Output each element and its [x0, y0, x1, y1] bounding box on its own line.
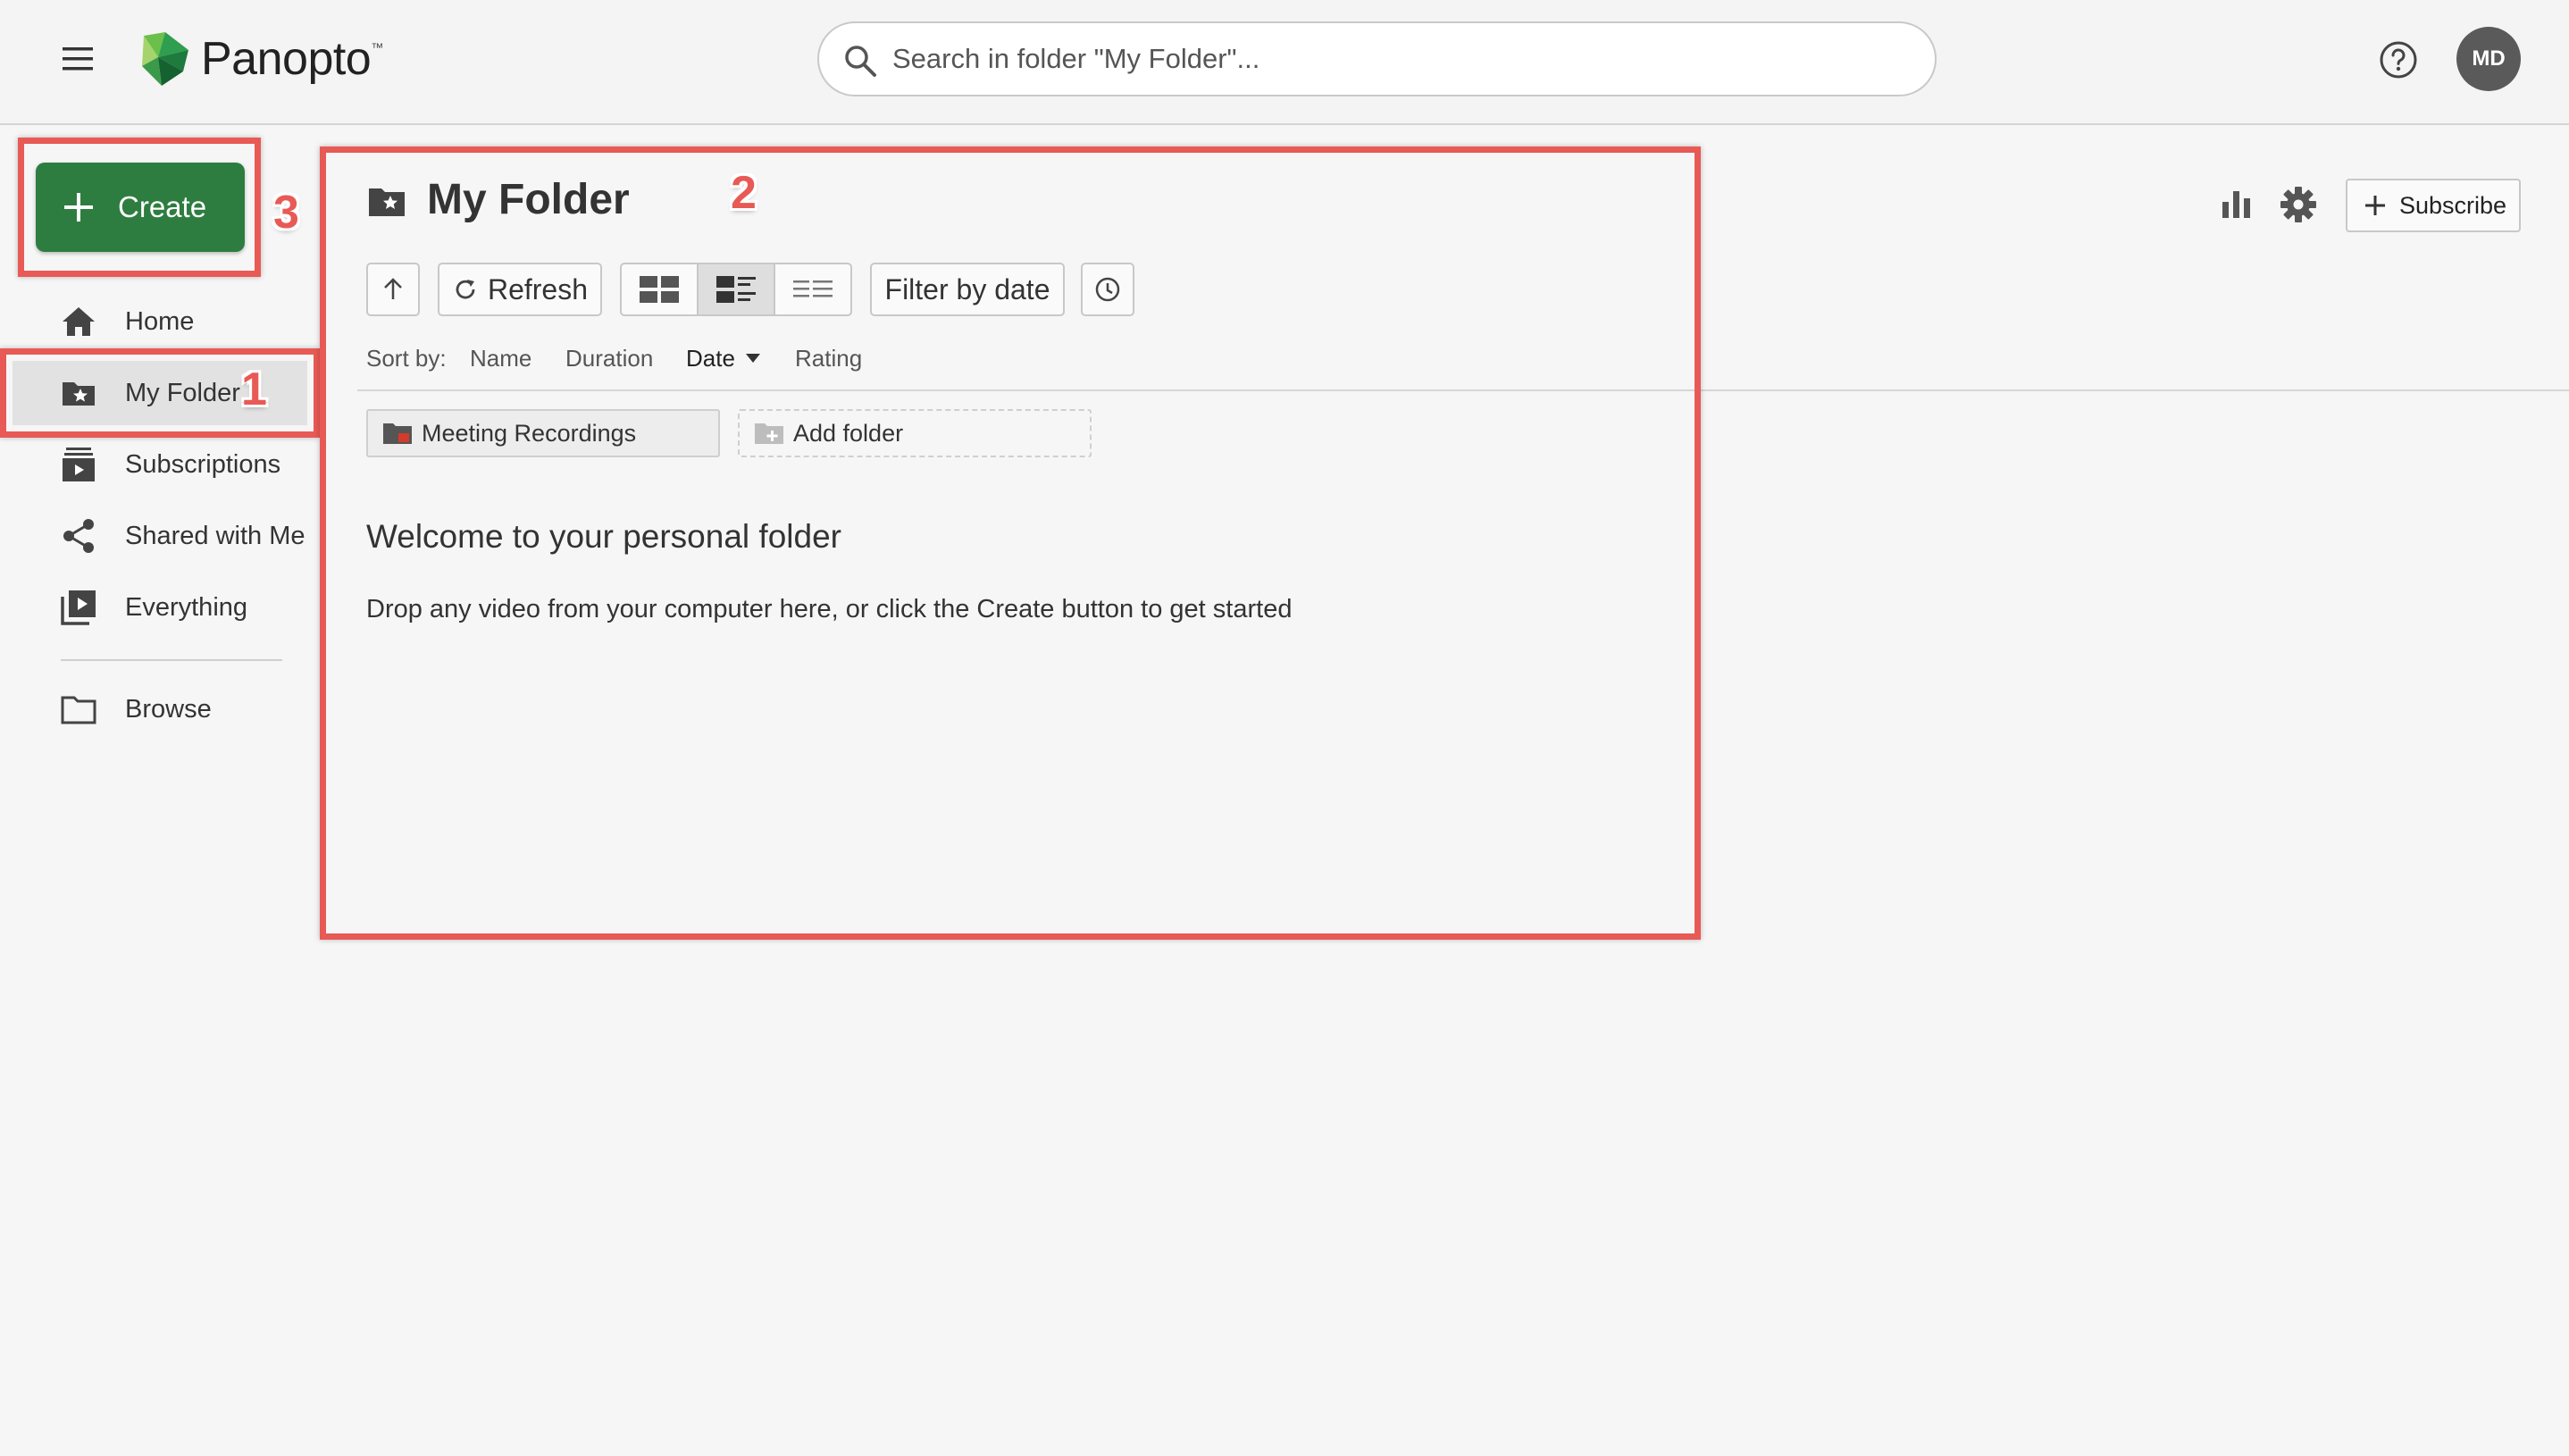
brand-name: Panopto	[201, 33, 372, 85]
annotation-box-create	[18, 138, 261, 277]
help-icon[interactable]	[2378, 39, 2419, 80]
subscribe-button[interactable]: Subscribe	[2346, 179, 2521, 232]
search-input[interactable]	[891, 32, 1909, 86]
subscriptions-icon	[63, 448, 95, 481]
sidebar-item-browse[interactable]: Browse	[13, 677, 307, 741]
brand-trademark: ™	[371, 40, 384, 54]
user-avatar[interactable]: MD	[2456, 27, 2521, 91]
annotation-number-1: 1	[241, 364, 267, 415]
sidebar-item-label: Subscriptions	[125, 449, 281, 479]
hamburger-menu-icon[interactable]	[55, 39, 100, 79]
top-header: Panopto ™ MD	[0, 0, 2569, 125]
sidebar-item-home[interactable]: Home	[13, 289, 307, 354]
sidebar-item-label: Everything	[125, 592, 248, 622]
panopto-logo-icon	[142, 32, 188, 86]
sidebar-item-subscriptions[interactable]: Subscriptions	[13, 432, 307, 497]
annotation-number-2: 2	[731, 167, 757, 219]
sidebar-item-label: Shared with Me	[125, 521, 305, 550]
panopto-logo[interactable]: Panopto ™	[138, 29, 383, 88]
annotation-number-3: 3	[273, 187, 299, 238]
plus-icon	[2365, 196, 2385, 215]
annotation-box-main-content	[320, 146, 1701, 940]
sidebar-divider	[61, 659, 282, 661]
folder-outline-icon	[61, 696, 96, 724]
video-library-icon	[61, 590, 96, 625]
stats-icon[interactable]	[2219, 186, 2255, 222]
home-icon	[63, 307, 95, 336]
gear-icon[interactable]	[2278, 184, 2319, 225]
sidebar-item-everything[interactable]: Everything	[13, 575, 307, 640]
share-icon	[63, 519, 94, 553]
search-bar[interactable]	[817, 21, 1937, 96]
sidebar-item-label: Home	[125, 306, 195, 336]
sidebar-item-label: Browse	[125, 694, 212, 724]
subscribe-button-label: Subscribe	[2399, 191, 2507, 219]
search-icon	[845, 46, 876, 77]
annotation-box-my-folder	[0, 348, 320, 438]
sidebar-item-shared-with-me[interactable]: Shared with Me	[13, 504, 307, 568]
